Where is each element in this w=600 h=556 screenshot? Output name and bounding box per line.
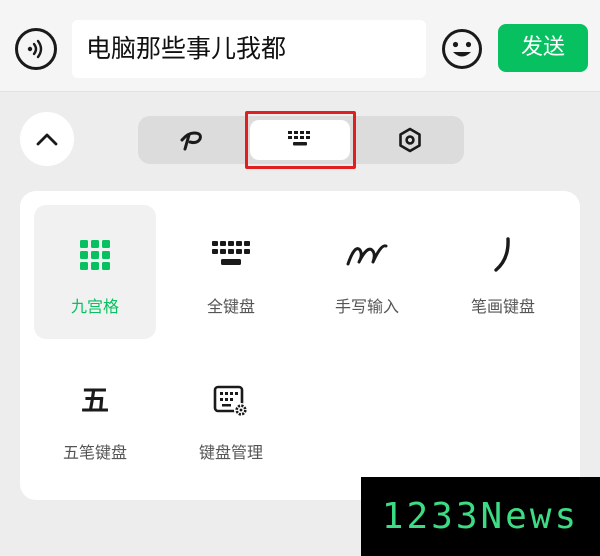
keyboard-options-panel: 九宫格 全键盘 手写输入 笔画键盘 五 五笔键盘 键盘管理 — [20, 191, 580, 500]
voice-input-button[interactable] — [15, 28, 57, 70]
hexagon-settings-icon — [399, 127, 421, 153]
option-wubi-keyboard[interactable]: 五 五笔键盘 — [34, 351, 156, 485]
voice-wave-icon — [27, 39, 43, 59]
option-stroke-keyboard[interactable]: 笔画键盘 — [442, 205, 564, 339]
handwriting-icon — [346, 244, 388, 266]
option-label: 全键盘 — [206, 297, 255, 316]
watermark-logo: 1233News — [361, 477, 600, 556]
send-button[interactable]: 发送 — [498, 24, 588, 72]
nine-grid-icon — [80, 240, 110, 270]
keyboard-icon — [288, 131, 310, 146]
chevron-up-icon — [36, 133, 58, 146]
option-keyboard-management[interactable]: 键盘管理 — [170, 351, 292, 485]
option-nine-grid[interactable]: 九宫格 — [34, 205, 156, 339]
option-label: 五笔键盘 — [62, 443, 127, 462]
emoji-button[interactable] — [441, 28, 483, 70]
full-keyboard-icon — [212, 241, 250, 265]
wubi-icon: 五 — [80, 384, 109, 417]
handwriting-p-icon — [180, 131, 202, 151]
smiley-icon — [442, 29, 482, 69]
option-label: 手写输入 — [334, 297, 399, 316]
option-label: 九宫格 — [70, 297, 119, 316]
input-mode-switcher — [138, 116, 464, 164]
tab-handwriting[interactable] — [138, 116, 246, 164]
option-full-keyboard[interactable]: 全键盘 — [170, 205, 292, 339]
stroke-icon — [494, 237, 510, 272]
input-method-screen: 电脑那些事儿我都 发送 九宫格 全键盘 手写输入 笔画键盘 五 五笔键盘 键盘管… — [0, 0, 600, 556]
tab-keyboard[interactable] — [250, 120, 350, 160]
collapse-button[interactable] — [20, 112, 74, 166]
tab-settings[interactable] — [356, 116, 464, 164]
option-label: 笔画键盘 — [470, 297, 535, 316]
keyboard-manage-icon — [213, 385, 248, 417]
option-label: 键盘管理 — [198, 443, 263, 462]
message-input[interactable]: 电脑那些事儿我都 — [72, 20, 426, 78]
option-handwriting[interactable]: 手写输入 — [306, 205, 428, 339]
chat-input-bar: 电脑那些事儿我都 发送 — [0, 0, 600, 92]
